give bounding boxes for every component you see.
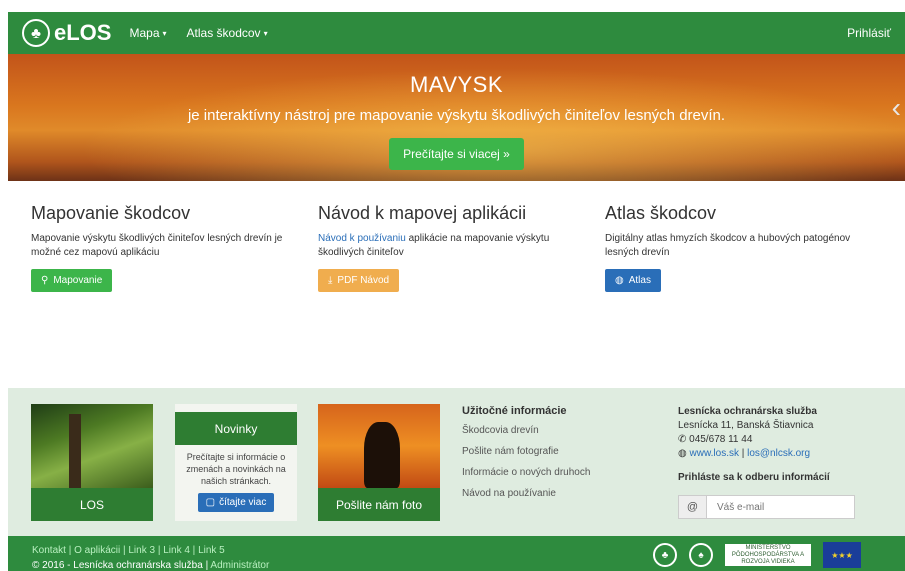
bottom-bar: Kontakt | O aplikácii | Link 3 | Link 4 … — [8, 536, 905, 571]
footer-link-kontakt[interactable]: Kontakt — [32, 545, 66, 556]
news-title: Novinky — [175, 412, 297, 445]
contact-separator: | — [738, 448, 748, 459]
pdf-navod-button-label: PDF Návod — [337, 275, 390, 286]
forest-seal-icon: ♠ — [689, 543, 713, 567]
navod-link[interactable]: Návod k používaniu — [318, 233, 406, 244]
nav-item-mapa-label: Mapa — [129, 26, 160, 40]
news-text: Prečítajte si informácie o zmenách a nov… — [186, 452, 286, 486]
copyright-text: © 2016 - Lesnícka ochranárska služba | — [32, 560, 211, 571]
mapovanie-button[interactable]: ⚲ Mapovanie — [31, 269, 113, 292]
contact-address: Lesnícka 11, Banská Štiavnica — [678, 420, 814, 431]
useful-link[interactable]: Pošlite nám fotografie — [462, 446, 590, 457]
download-icon: ⤓ — [328, 275, 333, 286]
footer-link-about[interactable]: O aplikácii — [74, 545, 120, 556]
phone-icon: ✆ — [678, 434, 687, 445]
top-navbar: ♣ eLOS Mapa ▾ Atlas škodcov ▾ Prihlásiť — [8, 12, 905, 54]
los-tile[interactable]: LOS — [31, 404, 153, 521]
atlas-button-label: Atlas — [628, 275, 651, 286]
web-link[interactable]: www.los.sk — [690, 448, 739, 459]
read-news-button-label: čítajte viac — [219, 497, 267, 508]
feature-title: Atlas škodcov — [605, 203, 717, 223]
useful-info-title: Užitočné informácie — [462, 405, 567, 417]
brand-name: eLOS — [54, 20, 112, 45]
feature-atlas: Atlas škodcov Digitálny atlas hmyzích šk… — [605, 203, 875, 292]
feature-text: Návod k používaniu aplikácie na mapovani… — [318, 232, 588, 260]
tree-logo-icon: ♣ — [22, 19, 50, 47]
admin-link[interactable]: Administrátor — [210, 560, 269, 571]
contact-org: Lesnícka ochranárska služba — [678, 406, 817, 417]
nav-item-atlas[interactable]: Atlas škodcov ▾ — [187, 26, 268, 40]
footer-link-5[interactable]: Link 5 — [198, 545, 225, 556]
pdf-navod-button[interactable]: ⤓ PDF Návod — [318, 269, 400, 292]
photo-tile[interactable]: Pošlite nám foto — [318, 404, 440, 521]
link-separator: | — [65, 545, 75, 556]
read-more-button[interactable]: Prečítajte si viacej » — [389, 138, 524, 170]
hero-title: MAVYSK — [409, 72, 504, 97]
at-icon: @ — [679, 496, 707, 518]
read-news-button[interactable]: ▢ čítajte viac — [197, 493, 275, 512]
feature-title: Návod k mapovej aplikácii — [318, 203, 527, 223]
feature-mapovanie: Mapovanie škodcov Mapovanie výskytu škod… — [31, 203, 301, 292]
atlas-button[interactable]: ◍ Atlas — [605, 269, 661, 292]
hero-banner: MAVYSK je interaktívny nástroj pre mapov… — [8, 54, 905, 181]
news-box: Novinky Prečítajte si informácie o zmená… — [175, 404, 297, 521]
useful-info: Užitočné informácie Škodcovia drevín Poš… — [462, 405, 590, 509]
footer-link-4[interactable]: Link 4 — [163, 545, 190, 556]
contact-phone-row: ✆ 045/678 11 44 — [678, 433, 898, 447]
map-marker-icon: ⚲ — [41, 275, 49, 286]
contact-phone: 045/678 11 44 — [689, 434, 753, 445]
feature-text: Mapovanie výskytu škodlivých činiteľov l… — [31, 233, 283, 258]
contact-web-row: ◍ www.los.sk | los@nlcsk.org — [678, 447, 898, 461]
useful-link[interactable]: Návod na používanie — [462, 488, 590, 499]
caret-down-icon: ▾ — [263, 28, 268, 38]
footer-links: Kontakt | O aplikácii | Link 3 | Link 4 … — [32, 545, 225, 556]
globe-icon: ◍ — [678, 448, 687, 459]
globe-icon: ◍ — [615, 275, 624, 286]
carousel-next-icon[interactable]: ‹ — [892, 92, 901, 124]
email-input[interactable] — [707, 496, 854, 518]
feature-text: Digitálny atlas hmyzích škodcov a hubový… — [605, 233, 851, 258]
email-link[interactable]: los@nlcsk.org — [747, 448, 810, 459]
feature-title: Mapovanie škodcov — [31, 203, 191, 223]
caret-down-icon: ▾ — [162, 28, 167, 38]
mapovanie-button-label: Mapovanie — [53, 275, 103, 286]
photographer-silhouette — [364, 422, 400, 488]
square-icon: ▢ — [205, 497, 216, 508]
link-separator: | — [155, 545, 164, 556]
useful-link[interactable]: Škodcovia drevín — [462, 425, 590, 436]
eu-flag-icon: ★★★ — [823, 542, 861, 568]
tree-logo-icon: ♣ — [653, 543, 677, 567]
ministry-logo: MINISTERSTVO PÔDOHOSPODÁRSTVA A ROZVOJA … — [725, 544, 811, 566]
photographer-image — [318, 404, 440, 488]
nav-item-atlas-label: Atlas škodcov — [186, 26, 261, 40]
subscribe-field: @ — [678, 495, 855, 519]
nav-item-mapa[interactable]: Mapa ▾ — [129, 26, 166, 40]
partner-logos: ♣ ♠ MINISTERSTVO PÔDOHOSPODÁRSTVA A ROZV… — [653, 542, 861, 568]
contact-block: Lesnícka ochranárska služba Lesnícka 11,… — [678, 405, 898, 519]
copyright: © 2016 - Lesnícka ochranárska služba | A… — [32, 560, 269, 571]
footer-link-3[interactable]: Link 3 — [128, 545, 155, 556]
photo-tile-caption: Pošlite nám foto — [318, 488, 440, 521]
useful-link[interactable]: Informácie o nových druhoch — [462, 467, 590, 478]
login-link[interactable]: Prihlásiť — [847, 26, 891, 40]
link-separator: | — [189, 545, 199, 556]
brand[interactable]: ♣ eLOS — [22, 19, 111, 47]
footer-panel: LOS Novinky Prečítajte si informácie o z… — [8, 388, 905, 536]
forest-image — [31, 404, 153, 488]
subscribe-title: Prihláste sa k odberu informácií — [678, 472, 830, 483]
feature-navod: Návod k mapovej aplikácii Návod k použív… — [318, 203, 588, 292]
los-tile-caption: LOS — [31, 488, 153, 521]
hero-subtitle: je interaktívny nástroj pre mapovanie vý… — [187, 107, 726, 124]
